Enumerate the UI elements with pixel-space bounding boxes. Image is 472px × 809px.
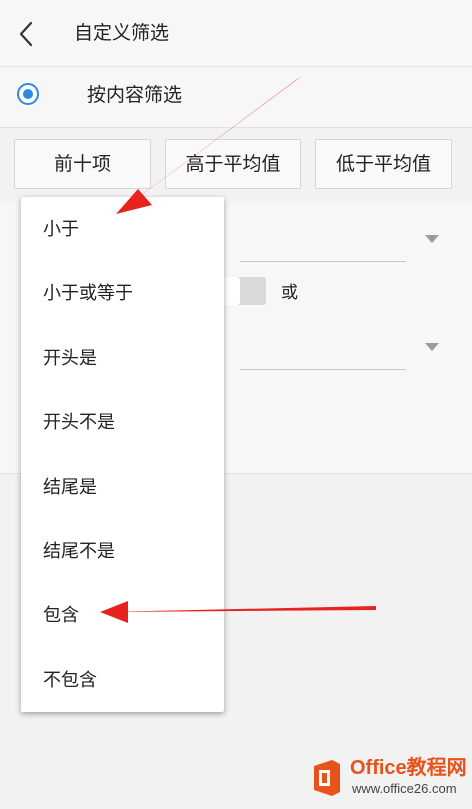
title-bar: 自定义筛选: [0, 0, 472, 67]
or-label: 或: [281, 283, 298, 303]
menu-item-contains[interactable]: 包含: [21, 583, 224, 647]
watermark-title: Office教程网: [350, 757, 467, 779]
watermark-url: www.office26.com: [352, 781, 457, 796]
menu-item-less-than[interactable]: 小于: [21, 197, 224, 261]
filter-by-content-label: 按内容筛选: [87, 84, 183, 106]
menu-item-not-starts-with[interactable]: 开头不是: [21, 390, 224, 454]
page-title: 自定义筛选: [74, 22, 170, 44]
condition-operator-menu: 小于 小于或等于 开头是 开头不是 结尾是 结尾不是 包含 不包含: [21, 197, 224, 712]
below-average-button[interactable]: 低于平均值: [315, 139, 452, 189]
menu-item-not-ends-with[interactable]: 结尾不是: [21, 519, 224, 583]
dropdown-arrow-icon[interactable]: [425, 235, 439, 243]
site-watermark: Office教程网 www.office26.com: [306, 756, 467, 802]
radio-selected-dot: [23, 89, 33, 99]
menu-item-ends-with[interactable]: 结尾是: [21, 455, 224, 519]
menu-item-not-contains[interactable]: 不包含: [21, 648, 224, 712]
menu-item-less-or-equal[interactable]: 小于或等于: [21, 261, 224, 325]
office-logo-icon: [314, 760, 340, 796]
above-average-button[interactable]: 高于平均值: [165, 139, 301, 189]
condition-2-value-input[interactable]: [240, 369, 406, 370]
condition-1-value-input[interactable]: [240, 261, 406, 262]
chevron-left-icon[interactable]: [14, 18, 38, 50]
radio-button[interactable]: [17, 83, 39, 105]
preset-filter-row: 前十项 高于平均值 低于平均值: [0, 128, 472, 202]
dropdown-arrow-icon[interactable]: [425, 343, 439, 351]
filter-by-content-option[interactable]: 按内容筛选: [0, 67, 472, 128]
menu-item-starts-with[interactable]: 开头是: [21, 326, 224, 390]
top-ten-button[interactable]: 前十项: [14, 139, 151, 189]
